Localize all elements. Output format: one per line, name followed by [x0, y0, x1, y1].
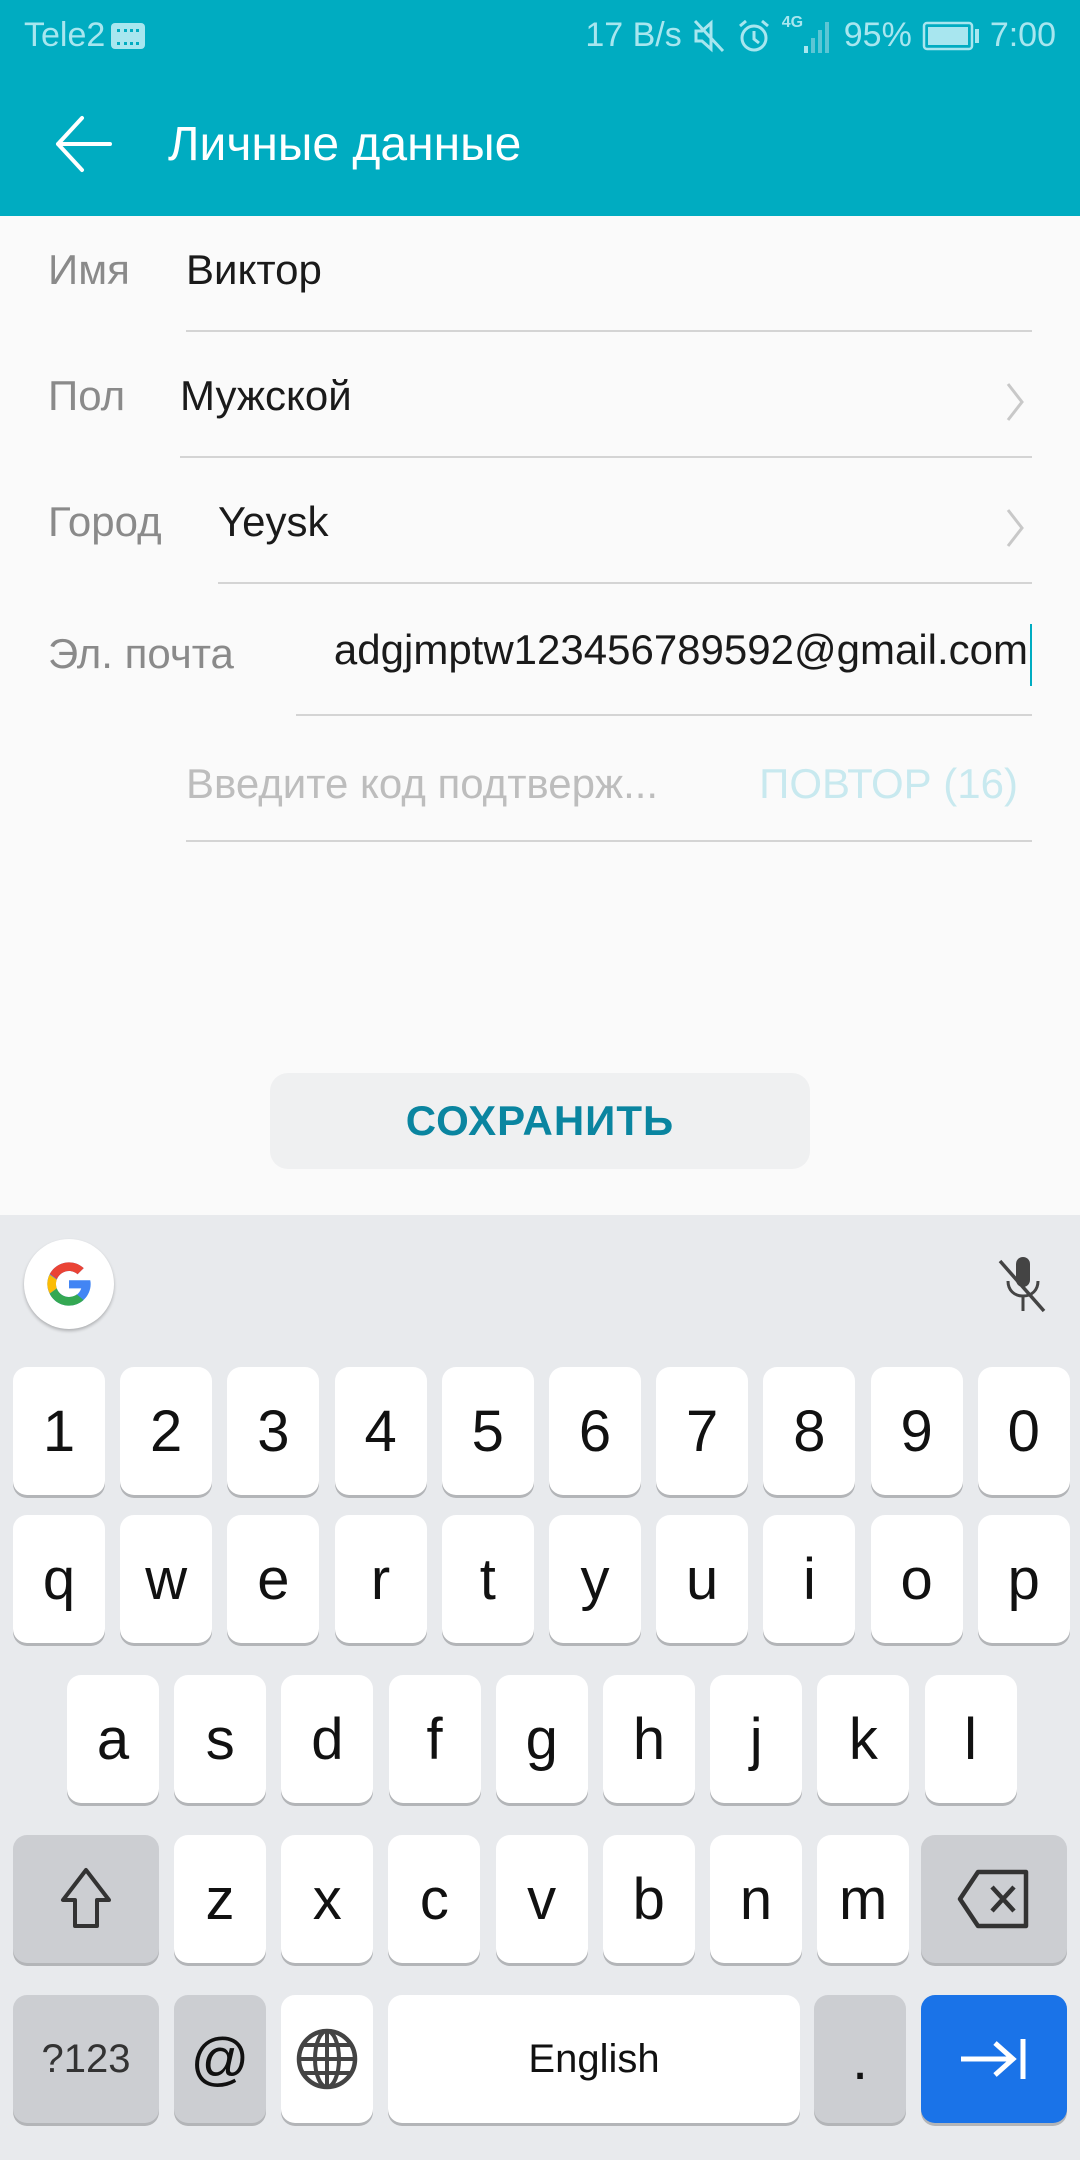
divider: [218, 582, 1032, 584]
period-key[interactable]: .: [814, 1995, 906, 2123]
key-2[interactable]: 2: [120, 1367, 213, 1495]
key-l[interactable]: l: [924, 1675, 1017, 1803]
city-label: Город: [48, 498, 162, 545]
symbols-key[interactable]: ?123: [13, 1995, 159, 2123]
key-y[interactable]: y: [549, 1515, 641, 1643]
globe-icon: [296, 2028, 358, 2090]
gender-label: Пол: [48, 372, 126, 419]
key-w[interactable]: w: [120, 1515, 213, 1643]
key-a[interactable]: a: [67, 1675, 159, 1803]
alarm-icon: [738, 19, 769, 51]
key-e[interactable]: e: [227, 1515, 320, 1643]
chevron-right-icon: [1006, 509, 1024, 547]
google-button[interactable]: [24, 1239, 114, 1329]
backspace-key[interactable]: [921, 1835, 1067, 1963]
text-cursor: [1030, 624, 1032, 686]
key-o[interactable]: o: [870, 1515, 963, 1643]
shift-icon: [61, 1868, 111, 1928]
city-field-row[interactable]: Город Yeysk: [0, 460, 1080, 586]
key-j[interactable]: j: [710, 1675, 803, 1803]
key-x[interactable]: x: [281, 1835, 374, 1963]
backspace-icon: [957, 1869, 1029, 1929]
next-arrow-icon: [961, 2039, 1026, 2079]
key-h[interactable]: h: [603, 1675, 695, 1803]
key-3[interactable]: 3: [227, 1367, 320, 1495]
divider: [180, 456, 1032, 458]
space-label: English: [528, 2036, 660, 2081]
email-value: adgjmptw123456789592@gmail.com: [333, 626, 1028, 673]
arrow-left-icon[interactable]: [52, 112, 116, 176]
mute-icon: [693, 19, 724, 52]
name-field-row[interactable]: Имя Виктор: [0, 216, 1080, 334]
name-label: Имя: [48, 246, 130, 293]
city-value[interactable]: Yeysk: [218, 498, 329, 546]
key-r[interactable]: r: [334, 1515, 427, 1643]
status-bar: Tele2 17 B/s 4G 95% 7:00: [0, 0, 1080, 72]
key-6[interactable]: 6: [549, 1367, 641, 1495]
email-field-row[interactable]: Эл. почта adgjmptw123456789592@gmail.com: [0, 586, 1080, 716]
clock: 7:00: [989, 16, 1056, 54]
net-speed: 17 B/s: [585, 16, 682, 54]
key-d[interactable]: d: [281, 1675, 374, 1803]
gender-value[interactable]: Мужской: [180, 372, 352, 420]
key-v[interactable]: v: [495, 1835, 588, 1963]
google-icon: [47, 1262, 91, 1306]
divider: [186, 840, 1032, 842]
save-button[interactable]: СОХРАНИТЬ: [270, 1073, 810, 1169]
symbols-label: ?123: [41, 2036, 131, 2081]
key-5[interactable]: 5: [441, 1367, 534, 1495]
key-g[interactable]: g: [495, 1675, 588, 1803]
chevron-right-icon: [1006, 383, 1024, 421]
key-t[interactable]: t: [441, 1515, 534, 1643]
key-i[interactable]: i: [763, 1515, 856, 1643]
language-key[interactable]: [281, 1995, 373, 2123]
keyboard-icon: [111, 22, 146, 49]
key-0[interactable]: 0: [977, 1367, 1070, 1495]
key-b[interactable]: b: [602, 1835, 695, 1963]
key-m[interactable]: m: [817, 1835, 910, 1963]
carrier-name: Tele2: [24, 16, 106, 54]
key-p[interactable]: p: [977, 1515, 1070, 1643]
next-key[interactable]: [921, 1995, 1067, 2123]
mic-off-icon[interactable]: [994, 1255, 1050, 1315]
key-f[interactable]: f: [388, 1675, 481, 1803]
resend-button[interactable]: ПОВТОР (16): [759, 760, 1018, 808]
key-z[interactable]: z: [174, 1835, 266, 1963]
name-value[interactable]: Виктор: [186, 246, 322, 294]
code-field-row: Введите код подтверж... ПОВТОР (16): [0, 716, 1080, 846]
battery-icon: [922, 21, 979, 50]
key-7[interactable]: 7: [656, 1367, 749, 1495]
email-input[interactable]: adgjmptw123456789592@gmail.com: [296, 626, 1032, 686]
key-4[interactable]: 4: [334, 1367, 427, 1495]
key-c[interactable]: c: [388, 1835, 481, 1963]
key-k[interactable]: k: [817, 1675, 910, 1803]
key-n[interactable]: n: [710, 1835, 802, 1963]
gender-field-row[interactable]: Пол Мужской: [0, 334, 1080, 460]
page-title: Личные данные: [168, 118, 522, 171]
app-bar: Личные данные: [0, 72, 1080, 216]
space-key[interactable]: English: [388, 1995, 800, 2123]
key-u[interactable]: u: [656, 1515, 749, 1643]
email-label: Эл. почта: [48, 630, 234, 677]
battery-percent: 95%: [843, 16, 912, 54]
key-8[interactable]: 8: [763, 1367, 856, 1495]
key-1[interactable]: 1: [13, 1367, 105, 1495]
signal-icon: 4G: [782, 14, 834, 54]
key-s[interactable]: s: [174, 1675, 267, 1803]
at-key[interactable]: @: [174, 1995, 266, 2123]
shift-key[interactable]: [13, 1835, 159, 1963]
key-q[interactable]: q: [13, 1515, 105, 1643]
divider: [186, 330, 1032, 332]
verification-code-input[interactable]: Введите код подтверж...: [186, 760, 658, 808]
keyboard: 1 2 3 4 5 6 7 8 9 0 q w e r t y u i o p a s d f g h j k l z x c v b n m ?123…: [0, 1215, 1080, 2160]
key-9[interactable]: 9: [870, 1367, 963, 1495]
